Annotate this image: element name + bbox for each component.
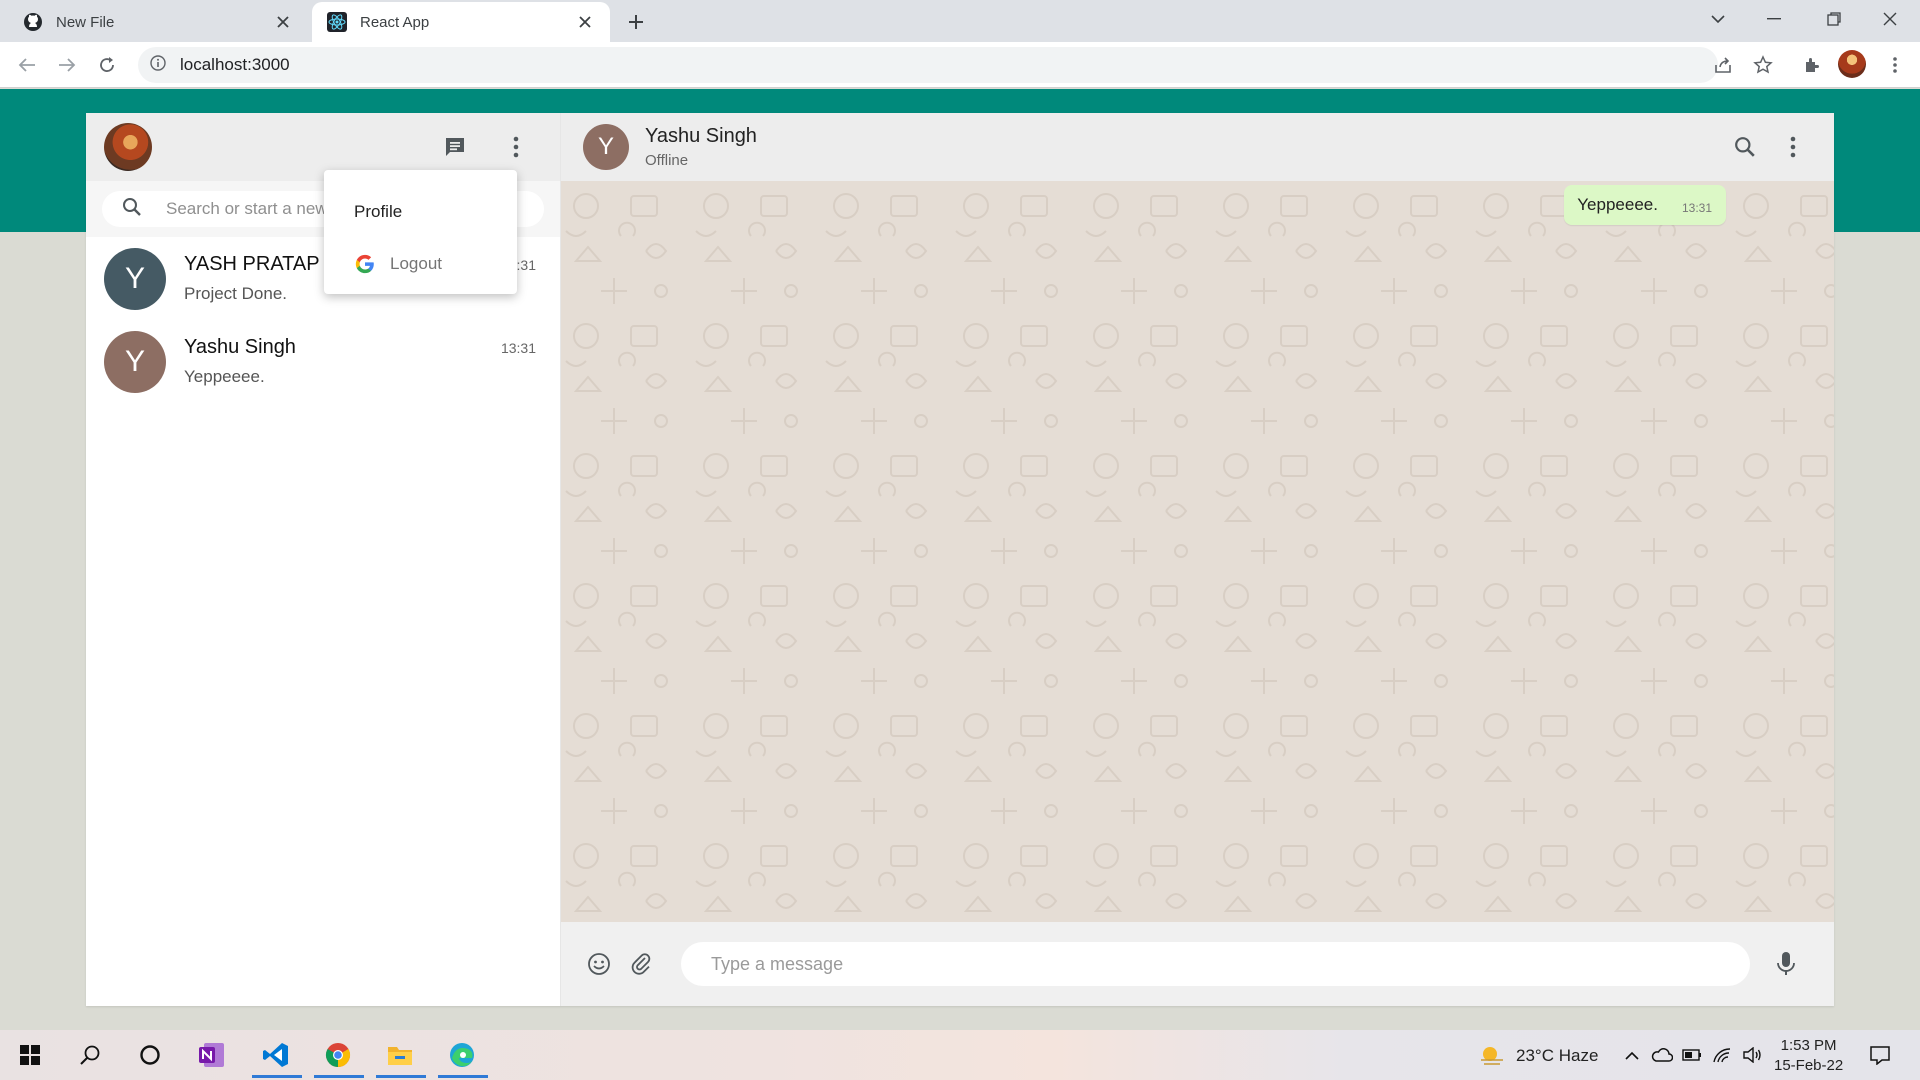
more-vert-icon[interactable] [502, 133, 530, 161]
avatar[interactable] [104, 123, 152, 171]
new-tab-button[interactable] [622, 8, 650, 36]
back-icon[interactable] [12, 51, 42, 79]
close-window-icon[interactable] [1872, 4, 1908, 34]
avatar: Y [104, 247, 166, 310]
message-composer [561, 922, 1834, 1006]
chat-name: Yashu Singh [184, 336, 296, 358]
close-icon[interactable] [574, 11, 596, 33]
doodle-background [561, 181, 1834, 922]
message-bubble-sent: Yeppeeee. 13:31 [1564, 185, 1726, 225]
sidebar-dropdown-menu: Profile Logout [324, 170, 517, 294]
windows-start-icon[interactable] [12, 1038, 48, 1072]
tab-new-file[interactable]: New File [8, 2, 308, 42]
chat-icon[interactable] [441, 133, 469, 161]
avatar: Y [104, 330, 166, 393]
tab-title: New File [56, 13, 115, 31]
chat-contact-status: Offline [645, 152, 689, 169]
page-viewport: Y YASH PRATAP Project Done. 13:31 Y Yash… [0, 89, 1920, 1030]
github-icon [22, 11, 44, 33]
active-app-indicator [376, 1075, 426, 1078]
clock-time: 1:53 PM [1780, 1037, 1837, 1054]
tab-title: React App [360, 13, 430, 31]
tab-react-app[interactable]: React App [312, 2, 610, 42]
menu-item-profile[interactable]: Profile [324, 186, 517, 238]
menu-item-logout[interactable]: Logout [324, 238, 517, 290]
minimize-icon[interactable] [1756, 4, 1792, 34]
active-app-indicator [252, 1075, 302, 1078]
list-item[interactable]: Y Yashu Singh Yeppeeee. 13:31 [86, 320, 560, 403]
windows-taskbar: 23°C Haze 1:53 PM 15-Feb-22 [0, 1030, 1920, 1080]
chat-header: Y Yashu Singh Offline [561, 113, 1834, 181]
share-icon[interactable] [1708, 51, 1738, 79]
chat-header-info: Yashu Singh Offline [645, 125, 757, 169]
attach-icon[interactable] [625, 948, 657, 980]
search-icon [122, 197, 142, 222]
message-time: 13:31 [1681, 201, 1712, 215]
url-bar[interactable]: localhost:3000 [138, 47, 1718, 83]
message-area: Yeppeeee. 13:31 [561, 181, 1834, 922]
emoji-icon[interactable] [583, 948, 615, 980]
close-icon[interactable] [272, 11, 294, 33]
info-icon[interactable] [150, 54, 166, 76]
browser-tab-bar: New File React App [0, 0, 1920, 42]
chat-time: 13:31 [500, 340, 536, 356]
message-input[interactable] [681, 942, 1750, 986]
file-explorer-icon[interactable] [376, 1038, 426, 1078]
reload-icon[interactable] [92, 51, 122, 79]
mic-icon[interactable] [1770, 948, 1802, 980]
taskbar-search-icon[interactable] [72, 1038, 108, 1072]
weather-icon[interactable] [1474, 1038, 1510, 1072]
more-vert-icon[interactable] [1779, 133, 1807, 161]
browser-menu-icon[interactable] [1880, 51, 1910, 79]
chrome-icon[interactable] [314, 1038, 364, 1078]
react-icon [326, 11, 348, 33]
search-icon[interactable] [1731, 133, 1759, 161]
chat-last-message: Yeppeeee. [184, 367, 265, 386]
extensions-icon[interactable] [1797, 51, 1827, 79]
weather-text[interactable]: 23°C Haze [1516, 1046, 1598, 1066]
browser-profile-avatar[interactable] [1838, 50, 1866, 78]
active-app-indicator [438, 1075, 488, 1078]
address-bar: localhost:3000 [0, 42, 1920, 88]
clock-date: 15-Feb-22 [1774, 1057, 1844, 1074]
chat-panel: Y Yashu Singh Offline Yeppeeee. 13:31 Ty… [561, 113, 1834, 1006]
url-text: localhost:3000 [180, 55, 290, 74]
restore-icon[interactable] [1816, 4, 1852, 34]
chat-info: Yashu Singh Yeppeeee. [184, 336, 542, 387]
sidebar: Y YASH PRATAP Project Done. 13:31 Y Yash… [86, 113, 561, 1006]
edge-icon[interactable] [438, 1038, 488, 1078]
tab-search-icon[interactable] [1700, 4, 1736, 34]
cortana-icon[interactable] [132, 1038, 168, 1072]
notifications-icon[interactable] [1862, 1038, 1898, 1072]
chat-contact-name: Yashu Singh [645, 125, 757, 147]
logout-label: Logout [390, 254, 442, 273]
bookmark-star-icon[interactable] [1748, 51, 1778, 79]
forward-icon[interactable] [52, 51, 82, 79]
whatsapp-app: Y YASH PRATAP Project Done. 13:31 Y Yash… [86, 113, 1834, 1006]
avatar[interactable]: Y [583, 124, 629, 170]
volume-icon[interactable] [1734, 1038, 1770, 1072]
taskbar-clock[interactable]: 1:53 PM 15-Feb-22 [1774, 1036, 1843, 1076]
onenote-icon[interactable] [194, 1038, 230, 1072]
vscode-icon[interactable] [252, 1038, 302, 1078]
active-app-indicator [314, 1075, 364, 1078]
google-icon [355, 254, 374, 274]
message-text: Yeppeeee. [1577, 195, 1658, 214]
